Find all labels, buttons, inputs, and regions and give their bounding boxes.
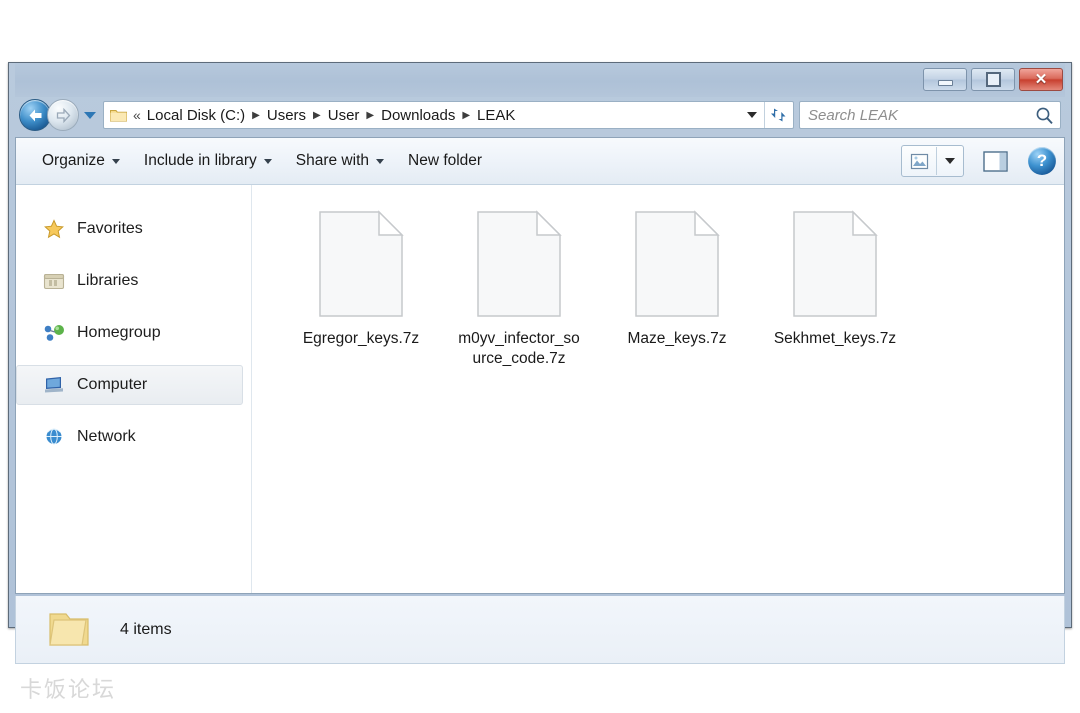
- file-name-label: Sekhmet_keys.7z: [773, 330, 897, 347]
- close-icon: ✕: [1034, 71, 1048, 88]
- maximize-icon: [985, 72, 1001, 87]
- help-button[interactable]: ?: [1028, 147, 1056, 175]
- breadcrumb-item-user[interactable]: User: [328, 107, 360, 124]
- title-bar[interactable]: ✕: [15, 63, 1065, 97]
- back-arrow-icon: [29, 109, 41, 121]
- refresh-button[interactable]: [764, 102, 791, 128]
- breadcrumb-separator-icon[interactable]: ▶: [462, 110, 470, 121]
- screenshot-root: ✕ « Local Disk (C:) ▶ Users ▶ User ▶ Dow…: [0, 0, 1080, 713]
- include-in-library-button[interactable]: Include in library: [132, 146, 284, 176]
- folder-icon: [46, 610, 92, 650]
- libraries-icon: [43, 271, 65, 291]
- breadcrumb-overflow-icon[interactable]: «: [133, 107, 141, 123]
- history-dropdown-button[interactable]: [82, 107, 98, 123]
- file-item[interactable]: m0yv_infector_source_code.7z: [440, 205, 598, 370]
- preview-pane-button[interactable]: [978, 146, 1012, 176]
- breadcrumb-item-local-disk[interactable]: Local Disk (C:): [147, 107, 245, 124]
- search-box[interactable]: [799, 101, 1061, 129]
- sidebar-item-label: Homegroup: [77, 324, 161, 341]
- file-item[interactable]: Egregor_keys.7z: [282, 205, 440, 370]
- share-with-label: Share with: [295, 152, 369, 169]
- file-name-label: Egregor_keys.7z: [302, 330, 420, 347]
- view-button-group: [901, 145, 964, 177]
- navigation-bar: « Local Disk (C:) ▶ Users ▶ User ▶ Downl…: [15, 97, 1065, 137]
- generic-file-icon: [317, 209, 405, 319]
- breadcrumb-item-downloads[interactable]: Downloads: [381, 107, 455, 124]
- share-with-button[interactable]: Share with: [284, 146, 396, 176]
- sidebar-item-homegroup[interactable]: Homegroup: [16, 313, 243, 353]
- breadcrumb-separator-icon[interactable]: ▶: [366, 110, 374, 121]
- address-dropdown-button[interactable]: [742, 102, 762, 128]
- sidebar-item-label: Network: [77, 428, 136, 445]
- network-icon: [43, 427, 65, 447]
- refresh-icon: [770, 108, 785, 122]
- new-folder-label: New folder: [408, 152, 483, 169]
- view-icon: [910, 153, 928, 169]
- maximize-button[interactable]: [971, 68, 1015, 91]
- search-icon[interactable]: [1035, 106, 1054, 125]
- generic-file-icon: [475, 209, 563, 319]
- body-split: Favorites Libraries Homegroup Computer N…: [16, 185, 1064, 593]
- sidebar-item-computer[interactable]: Computer: [16, 365, 243, 405]
- change-view-button[interactable]: [902, 147, 936, 175]
- forward-arrow-icon: [56, 107, 70, 123]
- generic-file-icon: [633, 209, 721, 319]
- minimize-button[interactable]: [923, 68, 967, 91]
- breadcrumb-separator-icon[interactable]: ▶: [252, 110, 260, 121]
- item-count-label: 4 items: [120, 620, 172, 638]
- help-label: ?: [1036, 151, 1048, 170]
- watermark-text: 卡饭论坛: [20, 678, 117, 703]
- star-icon: [43, 219, 65, 239]
- chevron-down-icon: [111, 158, 120, 164]
- organize-label: Organize: [42, 152, 105, 169]
- generic-file-icon: [791, 209, 879, 319]
- view-dropdown-button[interactable]: [936, 147, 963, 175]
- forward-button[interactable]: [47, 99, 79, 131]
- preview-pane-icon: [982, 150, 1008, 172]
- search-input[interactable]: [806, 105, 1035, 125]
- file-item[interactable]: Maze_keys.7z: [598, 205, 756, 370]
- navigation-pane: Favorites Libraries Homegroup Computer N…: [16, 185, 252, 593]
- include-in-library-label: Include in library: [143, 152, 257, 169]
- file-name-label: Maze_keys.7z: [627, 330, 727, 347]
- window-controls: ✕: [923, 68, 1063, 91]
- homegroup-icon: [43, 323, 65, 343]
- sidebar-item-libraries[interactable]: Libraries: [16, 261, 243, 301]
- computer-icon: [43, 375, 65, 395]
- status-bar: 4 items: [15, 596, 1065, 664]
- file-name-label: m0yv_infector_source_code.7z: [458, 330, 580, 368]
- sidebar-item-label: Favorites: [77, 220, 143, 237]
- command-toolbar: Organize Include in library Share with N…: [16, 138, 1064, 185]
- breadcrumb-item-leak[interactable]: LEAK: [477, 107, 515, 124]
- chevron-down-icon: [747, 112, 757, 118]
- address-bar[interactable]: « Local Disk (C:) ▶ Users ▶ User ▶ Downl…: [103, 101, 794, 129]
- chevron-down-icon: [376, 158, 384, 164]
- sidebar-item-label: Libraries: [77, 272, 139, 289]
- breadcrumb-item-users[interactable]: Users: [267, 107, 306, 124]
- new-folder-button[interactable]: New folder: [396, 146, 494, 176]
- chevron-down-icon: [263, 158, 272, 164]
- sidebar-item-label: Computer: [77, 376, 148, 393]
- chevron-down-icon: [84, 111, 96, 119]
- sidebar-item-favorites[interactable]: Favorites: [16, 209, 243, 249]
- organize-button[interactable]: Organize: [30, 146, 132, 176]
- breadcrumb-separator-icon[interactable]: ▶: [313, 110, 321, 121]
- folder-icon: [110, 108, 127, 122]
- explorer-window: ✕ « Local Disk (C:) ▶ Users ▶ User ▶ Dow…: [8, 62, 1072, 664]
- file-item[interactable]: Sekhmet_keys.7z: [756, 205, 914, 370]
- chevron-down-icon: [945, 158, 955, 164]
- file-list-pane[interactable]: Egregor_keys.7z m0yv_infector_source_cod…: [252, 185, 1064, 593]
- minimize-icon: [937, 79, 953, 86]
- close-button[interactable]: ✕: [1019, 68, 1063, 91]
- sidebar-item-network[interactable]: Network: [16, 417, 243, 457]
- client-area: Organize Include in library Share with N…: [15, 137, 1065, 594]
